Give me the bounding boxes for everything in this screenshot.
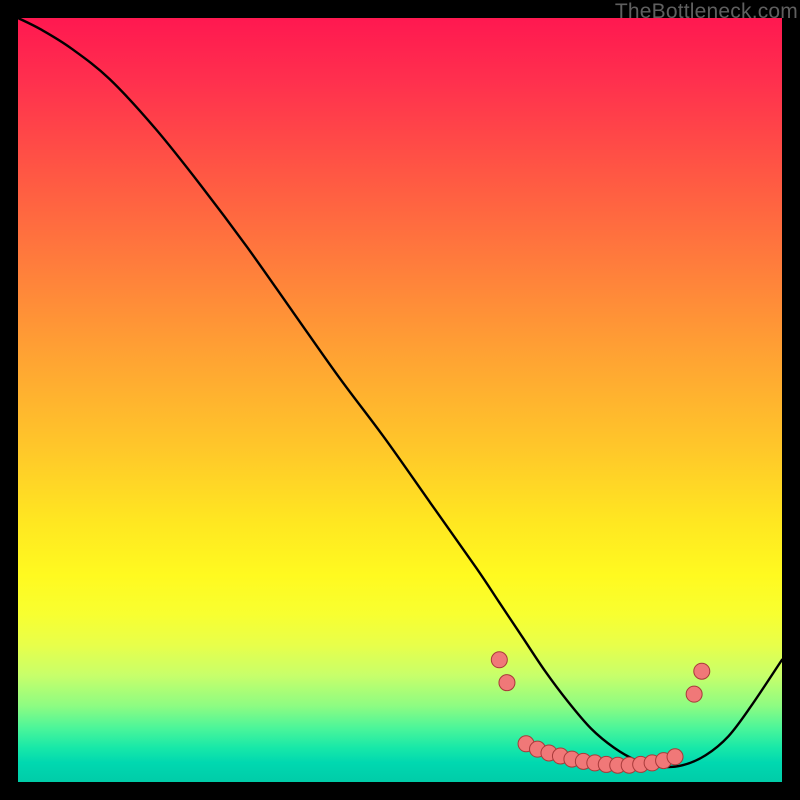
marker-group	[491, 652, 709, 773]
marker-dot	[686, 686, 702, 702]
marker-dot	[694, 663, 710, 679]
marker-dot	[491, 652, 507, 668]
curve-line	[18, 18, 782, 767]
watermark-text: TheBottleneck.com	[615, 0, 798, 24]
plot-area	[18, 18, 782, 782]
marker-dot	[667, 749, 683, 765]
chart-overlay	[18, 18, 782, 782]
marker-dot	[499, 675, 515, 691]
chart-stage: TheBottleneck.com	[0, 0, 800, 800]
